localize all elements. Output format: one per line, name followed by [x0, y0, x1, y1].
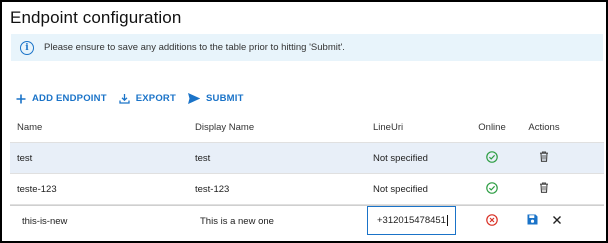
save-icon[interactable]	[527, 214, 538, 228]
toolbar: ADD ENDPOINT EXPORT SUBMIT	[16, 93, 256, 104]
endpoint-table: Name Display Name LineUri Online Actions…	[10, 112, 604, 237]
submit-button[interactable]: SUBMIT	[188, 93, 244, 104]
plus-icon	[16, 94, 26, 104]
info-icon: i	[20, 40, 34, 55]
check-circle-icon	[486, 181, 498, 197]
column-header-name[interactable]: Name	[17, 112, 42, 142]
lineuri-cell: Not specified	[373, 152, 428, 164]
table-header: Name Display Name LineUri Online Actions	[10, 112, 604, 143]
editing-row[interactable]: this-is-new This is a new one +312015478…	[10, 205, 604, 237]
name-cell: test	[17, 152, 33, 164]
cancel-icon[interactable]	[552, 215, 562, 228]
delete-icon[interactable]	[539, 151, 549, 165]
lineuri-input[interactable]: +312015478451	[367, 206, 456, 235]
add-endpoint-button[interactable]: ADD ENDPOINT	[16, 93, 107, 104]
actions-cell	[522, 143, 566, 173]
export-button[interactable]: EXPORT	[119, 93, 176, 104]
actions-cell	[522, 205, 566, 237]
page-title: Endpoint configuration	[10, 8, 182, 27]
submit-label: SUBMIT	[205, 93, 244, 104]
column-header-online[interactable]: Online	[474, 112, 510, 142]
online-cell	[474, 205, 510, 237]
display-name-cell: test-123	[195, 183, 230, 195]
column-header-actions: Actions	[528, 121, 560, 133]
table-row[interactable]: test test Not specified	[10, 143, 604, 174]
delete-icon[interactable]	[539, 182, 549, 196]
display-name-cell: test	[195, 152, 211, 164]
column-header-display-name[interactable]: Display Name	[195, 112, 254, 142]
banner-message: Please ensure to save any additions to t…	[44, 42, 345, 53]
window-frame: Endpoint configuration i Please ensure t…	[0, 0, 608, 243]
send-icon	[188, 93, 200, 104]
check-circle-icon	[486, 150, 498, 166]
display-name-cell[interactable]: This is a new one	[200, 205, 274, 237]
actions-cell	[522, 174, 566, 204]
add-endpoint-label: ADD ENDPOINT	[32, 93, 107, 104]
name-cell: teste-123	[17, 183, 57, 195]
lineuri-cell: Not specified	[373, 183, 428, 195]
table-row[interactable]: teste-123 test-123 Not specified	[10, 174, 604, 205]
online-cell	[474, 174, 510, 204]
offline-x-circle-icon	[486, 213, 498, 229]
export-label: EXPORT	[135, 93, 176, 104]
text-caret	[446, 215, 448, 226]
download-icon	[119, 93, 130, 104]
column-header-lineuri[interactable]: LineUri	[373, 112, 403, 142]
info-banner: i Please ensure to save any additions to…	[11, 34, 603, 61]
online-cell	[474, 143, 510, 173]
name-cell[interactable]: this-is-new	[22, 205, 67, 237]
lineuri-input-value: +312015478451	[377, 215, 446, 226]
